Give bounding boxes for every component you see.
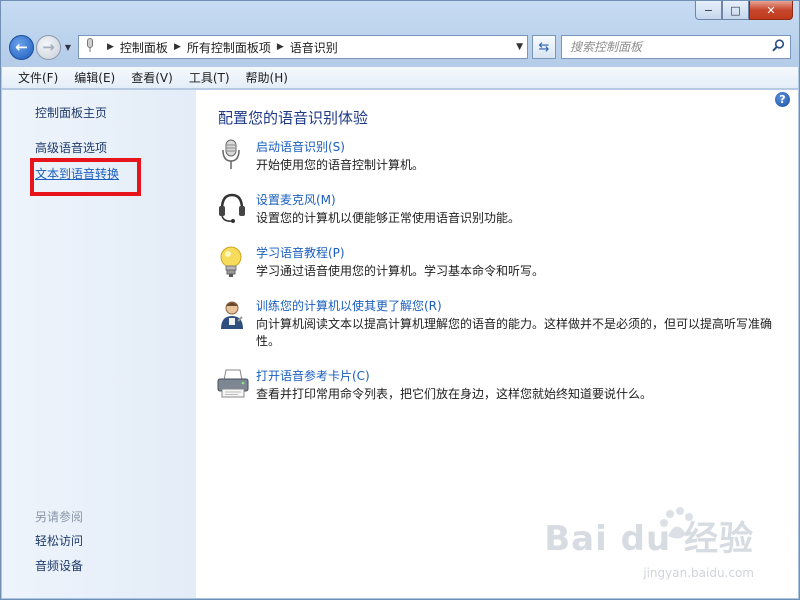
breadcrumb-all-items[interactable]: 所有控制面板项 bbox=[187, 39, 271, 56]
printer-icon bbox=[216, 367, 249, 399]
advanced-speech-options-link[interactable]: 高级语音选项 bbox=[35, 139, 107, 156]
ease-of-access-link[interactable]: 轻松访问 bbox=[35, 532, 83, 549]
back-button[interactable]: ← bbox=[9, 34, 34, 60]
breadcrumb-speech-recognition[interactable]: 语音识别 bbox=[290, 39, 338, 56]
maximize-button[interactable]: □ bbox=[722, 1, 749, 20]
task-description: 向计算机阅读文本以提高计算机理解您的语音的能力。这样做并不是必须的，但可以提高听… bbox=[256, 317, 773, 348]
menu-bar: 文件(F) 编辑(E) 查看(V) 工具(T) 帮助(H) bbox=[2, 67, 798, 89]
headset-icon bbox=[216, 191, 248, 223]
menu-view[interactable]: 查看(V) bbox=[123, 69, 181, 86]
task-description: 设置您的计算机以便能够正常使用语音识别功能。 bbox=[256, 211, 521, 225]
microphone-icon bbox=[216, 138, 248, 170]
menu-help[interactable]: 帮助(H) bbox=[238, 69, 296, 86]
forward-button[interactable]: → bbox=[36, 34, 61, 60]
address-bar[interactable]: ▶ 控制面板 ▶ 所有控制面板项 ▶ 语音识别 ▼ bbox=[78, 35, 528, 59]
user-train-icon bbox=[216, 297, 248, 329]
control-panel-window: − □ ✕ ← → ▼ ▶ 控制面板 ▶ 所有控制面板项 ▶ 语音识别 ▼ ⇆ bbox=[0, 0, 800, 600]
arrow-right-icon: → bbox=[42, 38, 55, 56]
refresh-button[interactable]: ⇆ bbox=[532, 35, 556, 59]
breadcrumb-separator[interactable]: ▶ bbox=[107, 42, 114, 52]
left-navigation-pane: 控制面板主页 高级语音选项 文本到语音转换 另请参阅 轻松访问 音频设备 bbox=[2, 90, 196, 598]
minimize-button[interactable]: − bbox=[695, 1, 722, 20]
menu-tools[interactable]: 工具(T) bbox=[181, 69, 238, 86]
breadcrumb-control-panel[interactable]: 控制面板 bbox=[120, 39, 168, 56]
search-icon[interactable] bbox=[772, 39, 785, 56]
caption-buttons: − □ ✕ bbox=[695, 1, 793, 20]
task-description: 开始使用您的语音控制计算机。 bbox=[256, 158, 425, 172]
main-content: ? 配置您的语音识别体验 启动语音识别(S) 开始使用您的语音控制计算机。 设置… bbox=[196, 90, 798, 598]
refresh-icon: ⇆ bbox=[538, 39, 550, 55]
audio-devices-link[interactable]: 音频设备 bbox=[35, 557, 83, 574]
task-description: 查看并打印常用命令列表，把它们放在身边，这样您就始终知道要说什么。 bbox=[256, 387, 653, 401]
red-highlight-box bbox=[30, 158, 141, 196]
task-description: 学习通过语音使用您的计算机。学习基本命令和听写。 bbox=[256, 264, 545, 278]
help-icon[interactable]: ? bbox=[775, 92, 790, 107]
search-input[interactable] bbox=[570, 40, 750, 54]
search-box bbox=[561, 35, 791, 59]
setup-microphone-link[interactable]: 设置麦克风(M) bbox=[256, 191, 336, 208]
breadcrumb-separator[interactable]: ▶ bbox=[277, 42, 284, 52]
menu-edit[interactable]: 编辑(E) bbox=[66, 69, 123, 86]
speech-tutorial-link[interactable]: 学习语音教程(P) bbox=[256, 244, 345, 261]
see-also-heading: 另请参阅 bbox=[35, 510, 84, 524]
baidu-watermark: Bai du 经验 bbox=[544, 519, 754, 559]
close-button[interactable]: ✕ bbox=[749, 1, 793, 20]
address-dropdown-icon[interactable]: ▼ bbox=[516, 42, 523, 52]
navigation-bar: ← → ▼ ▶ 控制面板 ▶ 所有控制面板项 ▶ 语音识别 ▼ ⇆ bbox=[9, 33, 791, 61]
page-title: 配置您的语音识别体验 bbox=[218, 109, 369, 127]
lightbulb-icon bbox=[216, 244, 248, 277]
chevron-down-icon: ▼ bbox=[64, 42, 72, 52]
breadcrumb-separator[interactable]: ▶ bbox=[174, 42, 181, 52]
start-speech-recognition-link[interactable]: 启动语音识别(S) bbox=[256, 138, 345, 155]
microphone-small-icon bbox=[79, 37, 101, 57]
control-panel-home-link[interactable]: 控制面板主页 bbox=[35, 104, 107, 121]
arrow-left-icon: ← bbox=[15, 38, 28, 56]
menu-file[interactable]: 文件(F) bbox=[10, 69, 66, 86]
train-computer-link[interactable]: 训练您的计算机以使其更了解您(R) bbox=[256, 297, 442, 314]
recent-pages-dropdown[interactable]: ▼ bbox=[62, 43, 74, 52]
reference-card-link[interactable]: 打开语音参考卡片(C) bbox=[256, 367, 370, 384]
baidu-watermark-url: jingyan.baidu.com bbox=[643, 566, 754, 580]
